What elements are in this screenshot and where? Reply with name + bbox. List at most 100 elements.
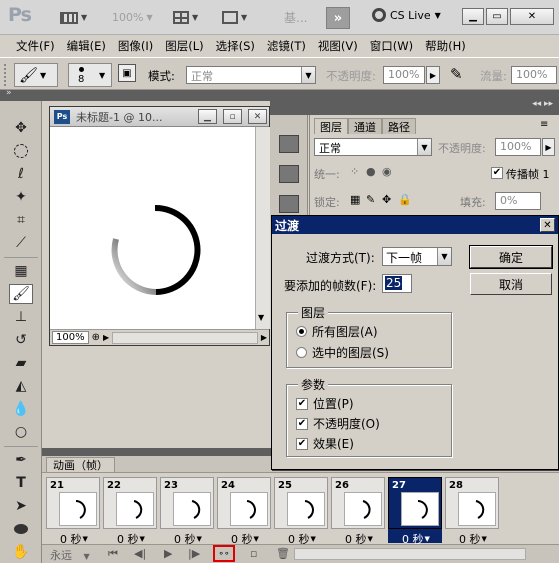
eyedropper-tool-icon[interactable]: ⟋ (9, 233, 33, 253)
blend-mode-select[interactable]: 正常 ▼ (314, 138, 432, 156)
tab-channels[interactable]: 通道 (348, 118, 382, 134)
status-info-icon[interactable]: ⊕ (92, 332, 100, 343)
arrange-documents-button[interactable]: ▼ (173, 7, 198, 28)
hand-tool-icon[interactable]: ✋ (9, 542, 33, 562)
animation-frame[interactable]: 27 0 秒 ▼ (388, 477, 442, 546)
doc-maximize-button[interactable]: ▫ (223, 109, 242, 124)
ok-button[interactable]: 确定 (469, 245, 553, 269)
collapse-arrows-icon[interactable]: ◂◂ ▸▸ (532, 99, 553, 109)
menu-view[interactable]: 视图(V) (312, 38, 364, 54)
dialog-title-bar[interactable]: 过渡 (272, 216, 558, 234)
bridge-button[interactable]: ▼ (60, 7, 87, 28)
healing-brush-tool-icon[interactable]: ▦ (9, 261, 33, 281)
opacity-slider-button[interactable]: ▶ (542, 138, 555, 156)
zoom-level[interactable]: 100% ▼ (112, 7, 153, 28)
propagate-checkbox[interactable]: ✔ (491, 167, 503, 179)
lock-transparency-icon[interactable]: ▦ (350, 193, 360, 206)
document-title-bar[interactable]: Ps 未标题-1 @ 10... ▁ ▫ ✕ (50, 107, 269, 127)
duplicate-frame-icon[interactable]: ▫ (250, 547, 257, 560)
expand-workspace-button[interactable]: » (326, 7, 350, 29)
trash-icon[interactable]: 🗑 (276, 547, 290, 560)
eraser-tool-icon[interactable]: ▰ (9, 353, 33, 373)
position-option[interactable]: ✔ 位置(P) (296, 395, 354, 412)
animation-frame[interactable]: 25 0 秒 ▼ (274, 477, 328, 546)
menu-edit[interactable]: 编辑(E) (61, 38, 112, 54)
chevron-right-icon[interactable]: ▶ (261, 333, 267, 342)
brush-preset-picker[interactable]: 8 ▼ (68, 63, 112, 87)
brush-panel-toggle-icon[interactable]: ▣ (118, 64, 136, 82)
lock-position-icon[interactable]: ✥ (382, 193, 391, 206)
tween-button[interactable]: ∘∘ (213, 545, 235, 562)
next-frame-button[interactable]: |▶ (188, 547, 200, 560)
history-brush-tool-icon[interactable]: ↺ (9, 330, 33, 350)
lock-pixels-icon[interactable]: ✎ (366, 193, 375, 206)
unify-style-icon[interactable]: ◉ (382, 165, 392, 178)
pen-tool-icon[interactable]: ✒ (9, 450, 33, 470)
tablet-pressure-icon[interactable]: ✎ (450, 65, 470, 85)
horizontal-scrollbar[interactable] (112, 331, 258, 344)
lasso-tool-icon[interactable]: ℓ (9, 164, 33, 184)
screen-mode-button[interactable]: ▼ (222, 7, 247, 28)
menu-window[interactable]: 窗口(W) (364, 38, 419, 54)
opacity-option[interactable]: ✔ 不透明度(O) (296, 415, 380, 432)
history-panel-icon[interactable] (279, 135, 299, 153)
menu-filter[interactable]: 滤镜(T) (261, 38, 312, 54)
tab-animation-frames[interactable]: 动画（帧） (46, 457, 115, 472)
doc-close-button[interactable]: ✕ (248, 109, 267, 124)
path-selection-tool-icon[interactable]: ➤ (9, 496, 33, 516)
previous-frame-button[interactable]: ◀| (134, 547, 146, 560)
tab-paths[interactable]: 路径 (382, 118, 416, 134)
scroll-down-icon[interactable]: ▼ (258, 313, 264, 322)
animation-frame[interactable]: 21 0 秒 ▼ (46, 477, 100, 546)
play-button[interactable]: ▶ (164, 547, 172, 560)
close-button[interactable]: ✕ (510, 8, 554, 25)
shape-tool-icon[interactable] (9, 519, 33, 539)
panel-menu-icon[interactable]: ≡ (540, 119, 548, 130)
animation-frame[interactable]: 26 0 秒 ▼ (331, 477, 385, 546)
maximize-button[interactable]: ▭ (486, 8, 508, 25)
workspace-label[interactable]: 基... (284, 7, 307, 28)
blur-tool-icon[interactable]: 💧 (9, 399, 33, 419)
dialog-close-button[interactable]: ✕ (540, 218, 555, 232)
vertical-scrollbar[interactable]: ▼ (255, 127, 270, 329)
frames-to-add-input[interactable]: 25 (382, 274, 412, 293)
cs-live-button[interactable]: CS Live ▼ (372, 8, 441, 22)
crop-tool-icon[interactable]: ⌗ (9, 210, 33, 230)
first-frame-button[interactable]: ⏮ (108, 547, 118, 561)
mode-select[interactable]: 正常 ▼ (186, 66, 316, 84)
unify-position-icon[interactable]: ⁘ (350, 165, 359, 178)
type-tool-icon[interactable]: T (9, 473, 33, 493)
marquee-tool-icon[interactable] (9, 141, 33, 161)
menu-layer[interactable]: 图层(L) (159, 38, 209, 54)
effects-option[interactable]: ✔ 效果(E) (296, 435, 354, 452)
fill-input[interactable]: 0% (495, 192, 541, 210)
chevron-right-icon[interactable]: ▶ (103, 333, 109, 342)
magic-wand-tool-icon[interactable]: ✦ (9, 187, 33, 207)
canvas[interactable] (52, 129, 255, 329)
move-tool-icon[interactable]: ✥ (9, 118, 33, 138)
animation-frame[interactable]: 22 0 秒 ▼ (103, 477, 157, 546)
unify-visibility-icon[interactable]: ● (366, 165, 376, 178)
actions-panel-icon[interactable] (279, 165, 299, 183)
all-layers-option[interactable]: 所有图层(A) (296, 323, 378, 340)
loop-select[interactable]: 永远 ▼ (50, 547, 90, 563)
tab-layers[interactable]: 图层 (314, 118, 348, 134)
layer-opacity-input[interactable]: 100% (495, 138, 541, 156)
doc-zoom-field[interactable]: 100% (52, 331, 89, 344)
paint-bucket-tool-icon[interactable]: ◭ (9, 376, 33, 396)
animation-frame[interactable]: 28 0 秒 ▼ (445, 477, 499, 546)
minimize-button[interactable]: ▁ (462, 8, 484, 25)
frames-scrollbar[interactable] (294, 548, 526, 560)
dodge-tool-icon[interactable]: ○ (9, 422, 33, 442)
animation-frame[interactable]: 23 0 秒 ▼ (160, 477, 214, 546)
grip-handle[interactable] (4, 64, 8, 86)
opacity-slider-button[interactable]: ▶ (426, 66, 440, 84)
animation-frame[interactable]: 24 0 秒 ▼ (217, 477, 271, 546)
opacity-input[interactable]: 100% (383, 66, 425, 84)
brush-tool-icon[interactable]: 🖌 (9, 284, 33, 304)
menu-help[interactable]: 帮助(H) (419, 38, 472, 54)
selected-layers-option[interactable]: 选中的图层(S) (296, 344, 389, 361)
clone-stamp-tool-icon[interactable]: ⊥ (9, 307, 33, 327)
tool-preset-picker[interactable]: 🖌 ▼ (14, 63, 58, 87)
doc-minimize-button[interactable]: ▁ (198, 109, 217, 124)
